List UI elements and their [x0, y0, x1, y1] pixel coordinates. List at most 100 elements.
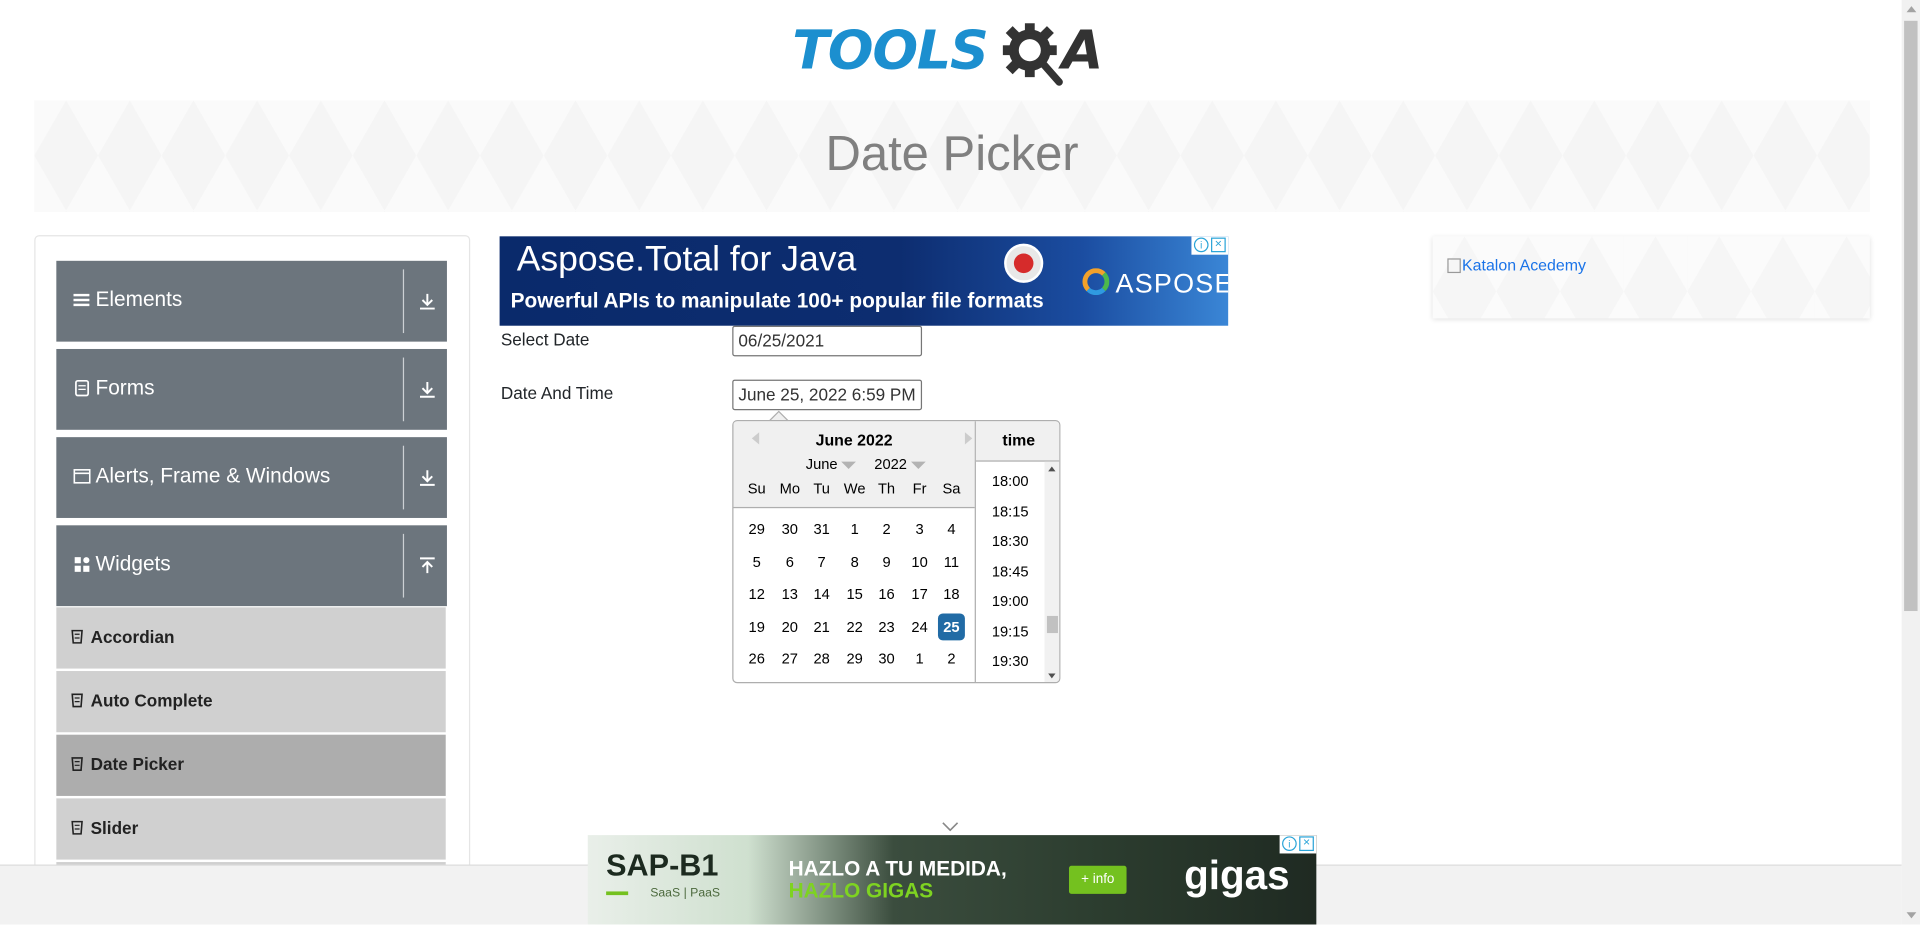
sidebar-group-label: Elements: [95, 287, 183, 312]
download-arrow-icon: [420, 382, 435, 398]
sidebar-item-label: Slider: [90, 817, 139, 838]
day-cell[interactable]: 29: [841, 645, 868, 672]
day-cell[interactable]: 7: [808, 548, 835, 575]
ad-info-icon[interactable]: i: [1282, 836, 1297, 852]
day-cell[interactable]: 9: [873, 548, 900, 575]
time-slot[interactable]: 19:15: [976, 617, 1045, 646]
ad-info-icon[interactable]: i: [1193, 237, 1209, 253]
day-cell[interactable]: 26: [743, 645, 770, 672]
month-select[interactable]: June: [806, 456, 856, 473]
time-slot[interactable]: 19:30: [976, 647, 1045, 676]
day-cell[interactable]: 30: [873, 645, 900, 672]
day-cell[interactable]: 13: [776, 580, 803, 607]
ad-close-icon[interactable]: ×: [1211, 237, 1226, 253]
selected-day[interactable]: 25: [937, 612, 965, 640]
day-name: Fr: [912, 480, 927, 498]
day-cell[interactable]: 11: [938, 548, 965, 575]
day-cell[interactable]: 22: [841, 613, 868, 640]
time-scrollbar[interactable]: [1044, 461, 1060, 683]
day-name: Sa: [942, 480, 961, 498]
ad-headline-1: HAZLO A TU MEDIDA,: [788, 857, 1007, 881]
current-month: June 2022: [815, 431, 893, 450]
page-scrollbar[interactable]: [1901, 0, 1920, 925]
day-cell[interactable]: 21: [808, 613, 835, 640]
day-cell[interactable]: 6: [776, 548, 803, 575]
day-cell[interactable]: 28: [808, 645, 835, 672]
sidebar-group-label: Widgets: [95, 552, 171, 576]
year-select-value: 2022: [874, 455, 907, 473]
scroll-up-icon[interactable]: [1906, 6, 1917, 13]
day-cell[interactable]: 30: [776, 516, 803, 543]
day-cell[interactable]: 1: [841, 516, 868, 543]
sidebar-group-label: Alerts, Frame & Windows: [95, 464, 331, 488]
day-cell[interactable]: 31: [808, 516, 835, 543]
ad-choices[interactable]: i ×: [1279, 835, 1317, 854]
day-cell[interactable]: 19: [743, 613, 770, 640]
day-cell[interactable]: 16: [873, 580, 900, 607]
next-month-icon[interactable]: [962, 431, 974, 446]
scroll-down-icon[interactable]: [1048, 673, 1056, 679]
day-cell[interactable]: 23: [873, 613, 900, 640]
time-header: time: [975, 421, 1060, 462]
broken-image-link[interactable]: Katalon Acedemy: [1447, 256, 1586, 274]
day-cell[interactable]: 14: [808, 580, 835, 607]
sidebar-item-auto-complete[interactable]: Auto Complete: [56, 671, 446, 733]
day-cell[interactable]: 3: [906, 516, 933, 543]
sidebar-item-label: Auto Complete: [90, 690, 213, 711]
gigas-ad[interactable]: SAP-B1 SaaS | PaaS HAZLO A TU MEDIDA, HA…: [587, 835, 1317, 925]
java-logo-icon: [1004, 243, 1044, 283]
day-cell[interactable]: 2: [873, 516, 900, 543]
scroll-down-icon[interactable]: [1906, 912, 1917, 919]
sidebar-group-widgets[interactable]: Widgets: [56, 525, 447, 607]
time-slot[interactable]: 18:30: [976, 527, 1045, 556]
select-date-input[interactable]: 06/25/2021: [732, 325, 923, 357]
sidebar-item-accordian[interactable]: Accordian: [56, 607, 446, 669]
ad-info-button[interactable]: + info: [1068, 865, 1127, 894]
chevron-down-icon[interactable]: [942, 822, 959, 832]
day-cell[interactable]: 18: [938, 580, 965, 607]
day-cell[interactable]: 4: [938, 516, 965, 543]
time-slot[interactable]: 18:00: [976, 467, 1045, 496]
day-cell[interactable]: 15: [841, 580, 868, 607]
day-cell[interactable]: 12: [743, 580, 770, 607]
ad-choices[interactable]: i ×: [1191, 236, 1229, 255]
katalon-ad[interactable]: Katalon Acedemy: [1432, 236, 1870, 319]
upload-arrow-icon: [420, 557, 435, 574]
document-icon: [75, 379, 90, 397]
day-cell[interactable]: 17: [906, 580, 933, 607]
sidebar-group-elements[interactable]: Elements: [56, 260, 447, 342]
sidebar-item-date-picker[interactable]: Date Picker: [56, 734, 446, 796]
aspose-ad[interactable]: Aspose.Total for Java Powerful APIs to m…: [499, 236, 1229, 326]
day-cell[interactable]: 2: [938, 645, 965, 672]
scroll-up-icon[interactable]: [1048, 466, 1056, 472]
toolsqa-logo[interactable]: TOOLS A: [792, 16, 1116, 92]
day-cell[interactable]: 29: [743, 516, 770, 543]
day-name: We: [843, 480, 866, 498]
day-cell[interactable]: 1: [906, 645, 933, 672]
window-icon: [73, 469, 91, 484]
date-time-input[interactable]: June 25, 2022 6:59 PM: [732, 379, 923, 411]
year-select[interactable]: 2022: [874, 455, 926, 473]
day-cell[interactable]: 24: [906, 613, 933, 640]
caret-down-icon: [841, 461, 856, 469]
time-slot[interactable]: 18:45: [976, 557, 1045, 586]
day-cell[interactable]: 5: [743, 548, 770, 575]
day-cell[interactable]: 8: [841, 548, 868, 575]
sidebar-item-slider[interactable]: Slider: [56, 798, 446, 860]
scroll-thumb[interactable]: [1904, 20, 1918, 612]
time-slot[interactable]: 19:00: [976, 587, 1045, 616]
ad-brand: ASPOSE: [1115, 268, 1229, 299]
day-cell[interactable]: 10: [906, 548, 933, 575]
ad-headline-2: HAZLO GIGAS: [788, 879, 934, 903]
time-slot[interactable]: 18:15: [976, 497, 1045, 526]
page: TOOLS A Date Picker Elements Forms Alert…: [0, 0, 1920, 925]
day-cell[interactable]: 20: [776, 613, 803, 640]
sidebar-group-alerts[interactable]: Alerts, Frame & Windows: [56, 437, 447, 518]
day-cell[interactable]: 27: [776, 645, 803, 672]
select-date-label: Select Date: [500, 329, 590, 349]
sidebar-group-forms[interactable]: Forms: [56, 348, 447, 430]
month-select-value: June: [805, 455, 838, 473]
item-icon: [71, 693, 83, 708]
ad-close-icon[interactable]: ×: [1299, 836, 1314, 852]
scroll-thumb[interactable]: [1046, 615, 1058, 634]
